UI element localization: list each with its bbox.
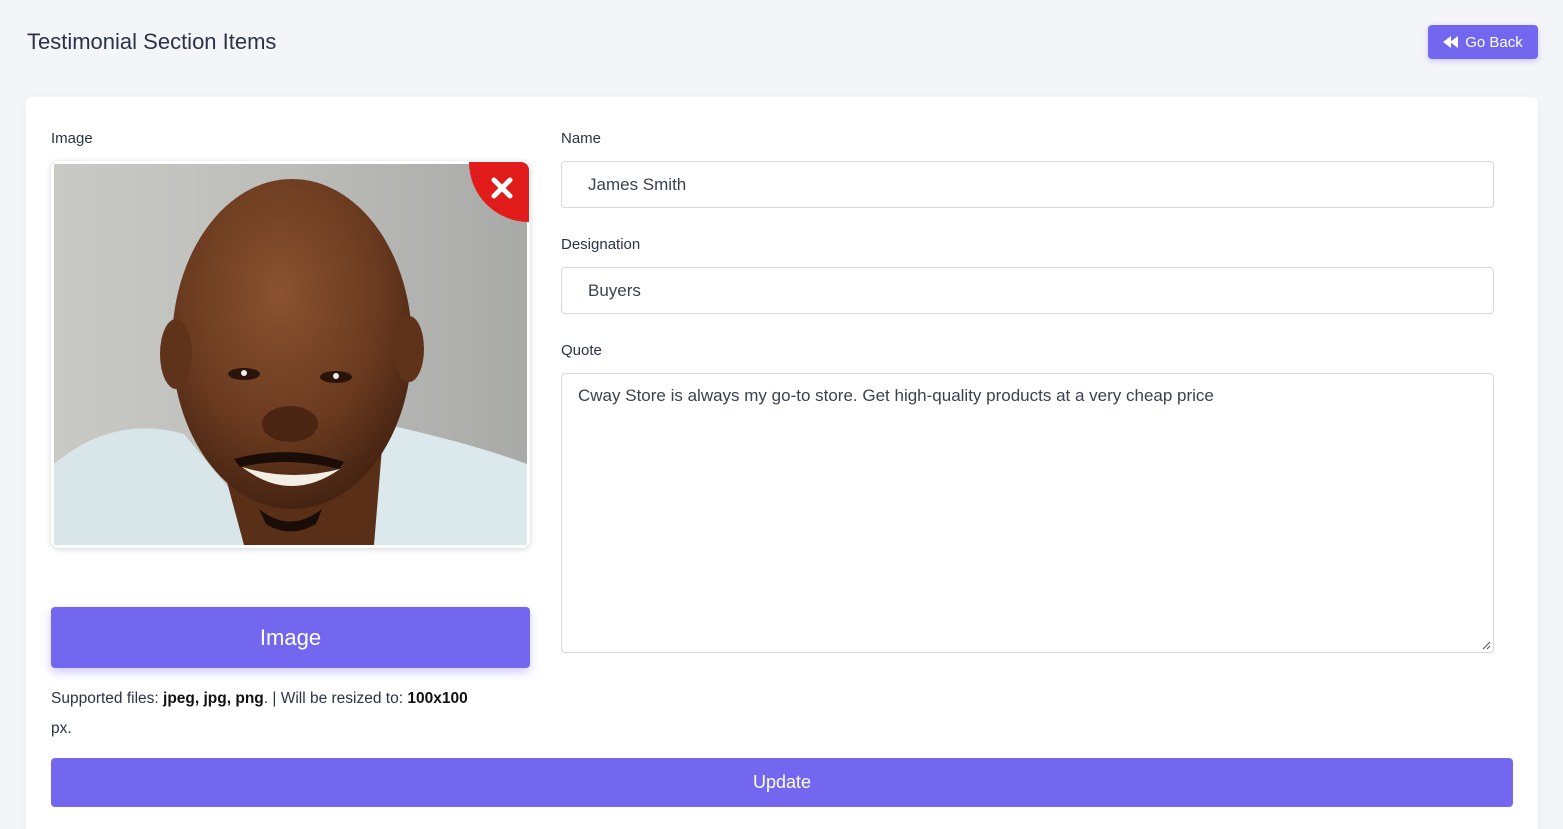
quote-text: Cway Store is always my go-to store. Get… [578,386,1214,405]
page-title: Testimonial Section Items [27,29,277,54]
page-header: Testimonial Section Items Go Back [0,0,1563,84]
image-upload-button[interactable]: Image [51,607,530,668]
close-icon [491,177,513,199]
quote-label: Quote [561,342,602,359]
name-label: Name [561,130,602,147]
image-label: Image [51,130,93,147]
supported-files-text: Supported files: jpeg, jpg, png. | Will … [51,690,468,737]
go-back-label: Go Back [1465,33,1523,51]
testimonial-photo [54,164,527,545]
update-button[interactable]: Update [51,758,1513,807]
image-preview [51,161,530,548]
designation-label: Designation [561,236,641,253]
quote-textarea[interactable]: Cway Store is always my go-to store. Get… [561,373,1494,653]
go-back-button[interactable]: Go Back [1428,25,1538,59]
resize-handle-icon[interactable] [1481,640,1491,650]
backward-icon [1443,36,1459,48]
testimonial-form-card: Image Image Supported files: jpeg, jpg, … [26,97,1538,829]
name-input[interactable]: James Smith [561,161,1494,208]
designation-input[interactable]: Buyers [561,267,1494,314]
